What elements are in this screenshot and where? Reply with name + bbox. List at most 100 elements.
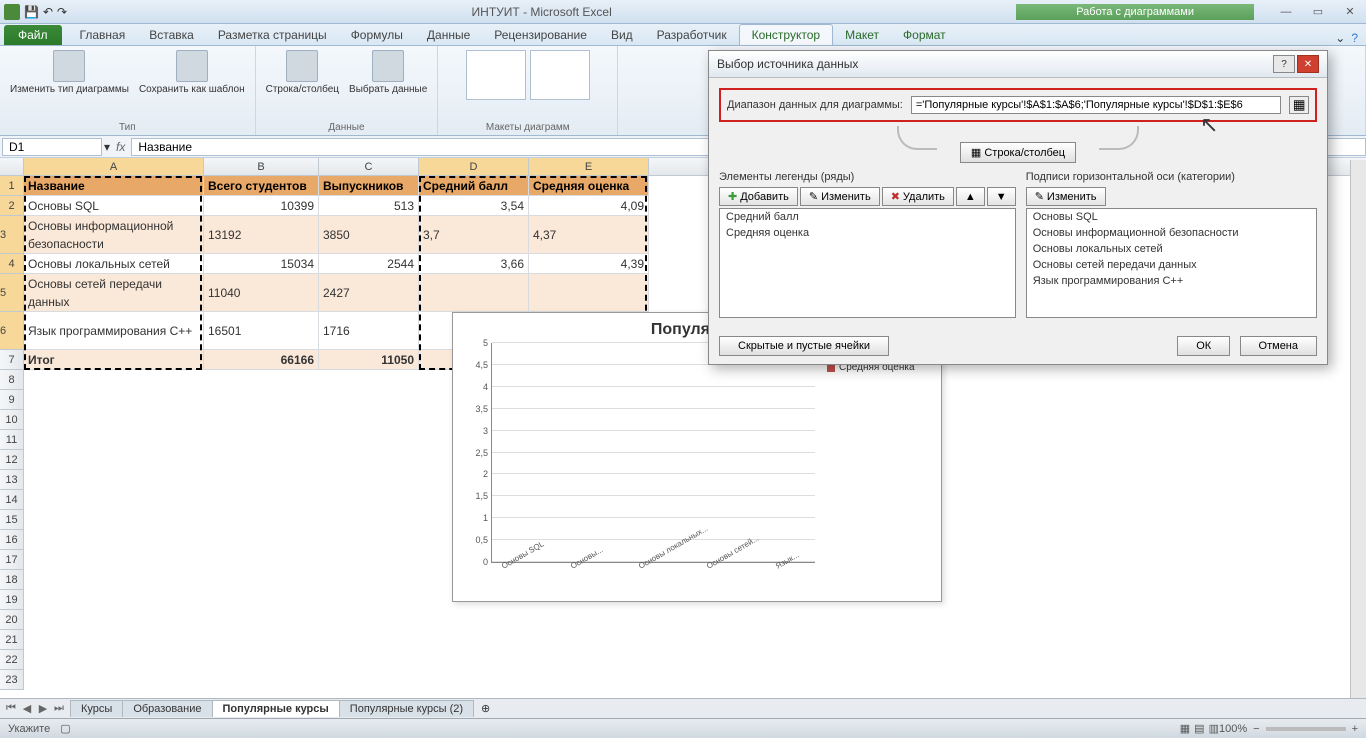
last-sheet-button[interactable]: ⏭ bbox=[52, 702, 66, 715]
remove-series-button[interactable]: ✖Удалить bbox=[882, 187, 954, 206]
add-series-button[interactable]: ✚Добавить bbox=[719, 187, 798, 206]
tab-review[interactable]: Рецензирование bbox=[482, 25, 599, 45]
switch-row-column-button[interactable]: Строка/столбец bbox=[266, 50, 339, 95]
row-header[interactable]: 12 bbox=[0, 450, 24, 470]
list-item[interactable]: Основы локальных сетей bbox=[1027, 241, 1316, 257]
cell[interactable]: Средний балл bbox=[419, 176, 529, 196]
tab-view[interactable]: Вид bbox=[599, 25, 645, 45]
view-normal-icon[interactable]: ▦ bbox=[1180, 722, 1190, 735]
tab-home[interactable]: Главная bbox=[68, 25, 138, 45]
row-header[interactable]: 15 bbox=[0, 510, 24, 530]
dialog-help-button[interactable]: ? bbox=[1273, 55, 1295, 73]
list-item[interactable]: Основы сетей передачи данных bbox=[1027, 257, 1316, 273]
cell[interactable]: 15034 bbox=[204, 254, 319, 274]
edit-axis-labels-button[interactable]: ✎Изменить bbox=[1026, 187, 1106, 206]
cell[interactable]: Выпускников bbox=[319, 176, 419, 196]
tab-format[interactable]: Формат bbox=[891, 25, 958, 45]
axis-labels-list[interactable]: Основы SQL Основы информационной безопас… bbox=[1026, 208, 1317, 318]
macro-record-icon[interactable]: ▢ bbox=[60, 722, 70, 735]
cell[interactable]: 3,7 bbox=[419, 216, 529, 254]
cell[interactable] bbox=[529, 274, 649, 312]
view-page-layout-icon[interactable]: ▤ bbox=[1194, 722, 1204, 735]
row-header[interactable]: 5 bbox=[0, 274, 24, 312]
ribbon-minimize-icon[interactable]: ⌄ bbox=[1335, 31, 1345, 45]
tab-design[interactable]: Конструктор bbox=[739, 24, 833, 45]
move-down-button[interactable]: ▼ bbox=[987, 187, 1016, 206]
row-header[interactable]: 17 bbox=[0, 550, 24, 570]
view-page-break-icon[interactable]: ▥ bbox=[1209, 722, 1219, 735]
list-item[interactable]: Язык программирования C++ bbox=[1027, 273, 1316, 289]
dialog-close-button[interactable]: ✕ bbox=[1297, 55, 1319, 73]
file-tab[interactable]: Файл bbox=[4, 25, 62, 45]
cell[interactable]: Основы SQL bbox=[24, 196, 204, 216]
row-header[interactable]: 3 bbox=[0, 216, 24, 254]
minimize-button[interactable]: — bbox=[1274, 5, 1298, 19]
cell[interactable]: 3850 bbox=[319, 216, 419, 254]
undo-icon[interactable]: ↶ bbox=[43, 5, 53, 19]
cell[interactable]: Средняя оценка bbox=[529, 176, 649, 196]
zoom-in-button[interactable]: + bbox=[1352, 723, 1358, 735]
chart-data-range-input[interactable] bbox=[911, 96, 1281, 114]
redo-icon[interactable]: ↷ bbox=[57, 5, 67, 19]
tab-layout[interactable]: Макет bbox=[833, 25, 891, 45]
first-sheet-button[interactable]: ⏮ bbox=[4, 702, 18, 715]
cell[interactable]: Итог bbox=[24, 350, 204, 370]
cell[interactable]: 11050 bbox=[319, 350, 419, 370]
row-header[interactable]: 9 bbox=[0, 390, 24, 410]
col-header-a[interactable]: A bbox=[24, 158, 204, 175]
row-header[interactable]: 4 bbox=[0, 254, 24, 274]
cell[interactable]: Основы информационной безопасности bbox=[24, 216, 204, 254]
select-all-corner[interactable] bbox=[0, 158, 24, 175]
cell[interactable]: Язык программирования C++ bbox=[24, 312, 204, 350]
switch-row-column-button[interactable]: ▦ Строка/столбец bbox=[960, 142, 1076, 163]
close-button[interactable]: ✕ bbox=[1338, 5, 1362, 19]
select-data-button[interactable]: Выбрать данные bbox=[349, 50, 427, 95]
sheet-tab-active[interactable]: Популярные курсы bbox=[212, 700, 340, 717]
row-header[interactable]: 23 bbox=[0, 670, 24, 690]
col-header-e[interactable]: E bbox=[529, 158, 649, 175]
cell[interactable]: 66166 bbox=[204, 350, 319, 370]
save-icon[interactable]: 💾 bbox=[24, 5, 39, 19]
row-header[interactable]: 16 bbox=[0, 530, 24, 550]
ok-button[interactable]: ОК bbox=[1177, 336, 1230, 356]
list-item[interactable]: Основы информационной безопасности bbox=[1027, 225, 1316, 241]
cell[interactable]: 2427 bbox=[319, 274, 419, 312]
edit-series-button[interactable]: ✎Изменить bbox=[800, 187, 880, 206]
tab-formulas[interactable]: Формулы bbox=[339, 25, 415, 45]
tab-developer[interactable]: Разработчик bbox=[645, 25, 739, 45]
tab-page-layout[interactable]: Разметка страницы bbox=[206, 25, 339, 45]
cell[interactable]: Название bbox=[24, 176, 204, 196]
col-header-c[interactable]: C bbox=[319, 158, 419, 175]
move-up-button[interactable]: ▲ bbox=[956, 187, 985, 206]
cell[interactable]: 2544 bbox=[319, 254, 419, 274]
legend-entries-list[interactable]: Средний балл Средняя оценка bbox=[719, 208, 1016, 318]
cell[interactable]: 1716 bbox=[319, 312, 419, 350]
cell[interactable]: Всего студентов bbox=[204, 176, 319, 196]
row-header[interactable]: 20 bbox=[0, 610, 24, 630]
layout-thumb[interactable] bbox=[466, 50, 526, 100]
row-header[interactable]: 14 bbox=[0, 490, 24, 510]
cell[interactable]: 3,66 bbox=[419, 254, 529, 274]
hidden-empty-cells-button[interactable]: Скрытые и пустые ячейки bbox=[719, 336, 889, 356]
cell[interactable]: 16501 bbox=[204, 312, 319, 350]
col-header-b[interactable]: B bbox=[204, 158, 319, 175]
prev-sheet-button[interactable]: ◀ bbox=[20, 702, 34, 715]
row-header[interactable]: 18 bbox=[0, 570, 24, 590]
range-picker-button[interactable]: ▦ bbox=[1289, 96, 1309, 114]
list-item[interactable]: Основы SQL bbox=[1027, 209, 1316, 225]
dialog-titlebar[interactable]: Выбор источника данных ? ✕ bbox=[709, 51, 1327, 78]
col-header-d[interactable]: D bbox=[419, 158, 529, 175]
cell[interactable]: 13192 bbox=[204, 216, 319, 254]
row-header[interactable]: 13 bbox=[0, 470, 24, 490]
cell[interactable]: Основы сетей передачи данных bbox=[24, 274, 204, 312]
help-icon[interactable]: ? bbox=[1351, 31, 1358, 45]
row-header[interactable]: 21 bbox=[0, 630, 24, 650]
sheet-tab[interactable]: Образование bbox=[122, 700, 212, 717]
fx-icon[interactable]: fx bbox=[110, 140, 131, 154]
cell[interactable]: 11040 bbox=[204, 274, 319, 312]
save-template-button[interactable]: Сохранить как шаблон bbox=[139, 50, 245, 95]
row-header[interactable]: 2 bbox=[0, 196, 24, 216]
layout-thumb[interactable] bbox=[530, 50, 590, 100]
restore-button[interactable]: ▭ bbox=[1306, 5, 1330, 19]
row-header[interactable]: 7 bbox=[0, 350, 24, 370]
